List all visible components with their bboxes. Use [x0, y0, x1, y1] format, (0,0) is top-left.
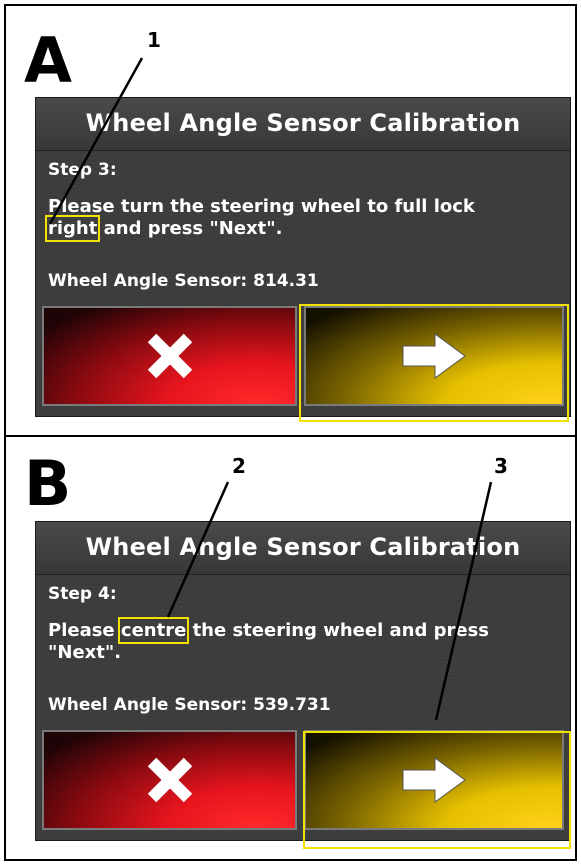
instruction-text: Please turn the steering wheel to full l… [44, 196, 558, 242]
cancel-button[interactable] [42, 306, 297, 406]
callout-3: 3 [494, 454, 508, 478]
instruction-post: and press "Next". [97, 218, 283, 239]
screen-title: Wheel Angle Sensor Calibration [36, 522, 570, 575]
instruction-pre: Please [48, 620, 121, 641]
close-icon [147, 757, 192, 803]
instruction-highlight: right [44, 215, 101, 242]
step-label: Step 3: [48, 160, 117, 180]
panel-b: B 2 3 Wheel Angle Sensor Calibration Ste… [4, 437, 577, 861]
sensor-readout: Wheel Angle Sensor: 539.731 [48, 695, 331, 715]
sensor-readout: Wheel Angle Sensor: 814.31 [48, 271, 319, 291]
step-label: Step 4: [48, 584, 117, 604]
instruction-highlight: centre [117, 617, 190, 644]
next-button-highlight [299, 304, 569, 422]
callout-1: 1 [147, 28, 161, 52]
next-button-highlight [303, 731, 571, 849]
panel-a: A 1 Wheel Angle Sensor Calibration Step … [4, 4, 577, 437]
screen-title: Wheel Angle Sensor Calibration [36, 98, 570, 151]
close-icon [147, 333, 192, 379]
panel-label-b: B [24, 447, 72, 520]
instruction-text: Please centre the steering wheel and pre… [48, 617, 558, 664]
cancel-button[interactable] [42, 730, 297, 830]
panel-label-a: A [24, 24, 72, 97]
instruction-pre: Please turn the steering wheel to full l… [48, 196, 475, 217]
callout-2: 2 [232, 454, 246, 478]
